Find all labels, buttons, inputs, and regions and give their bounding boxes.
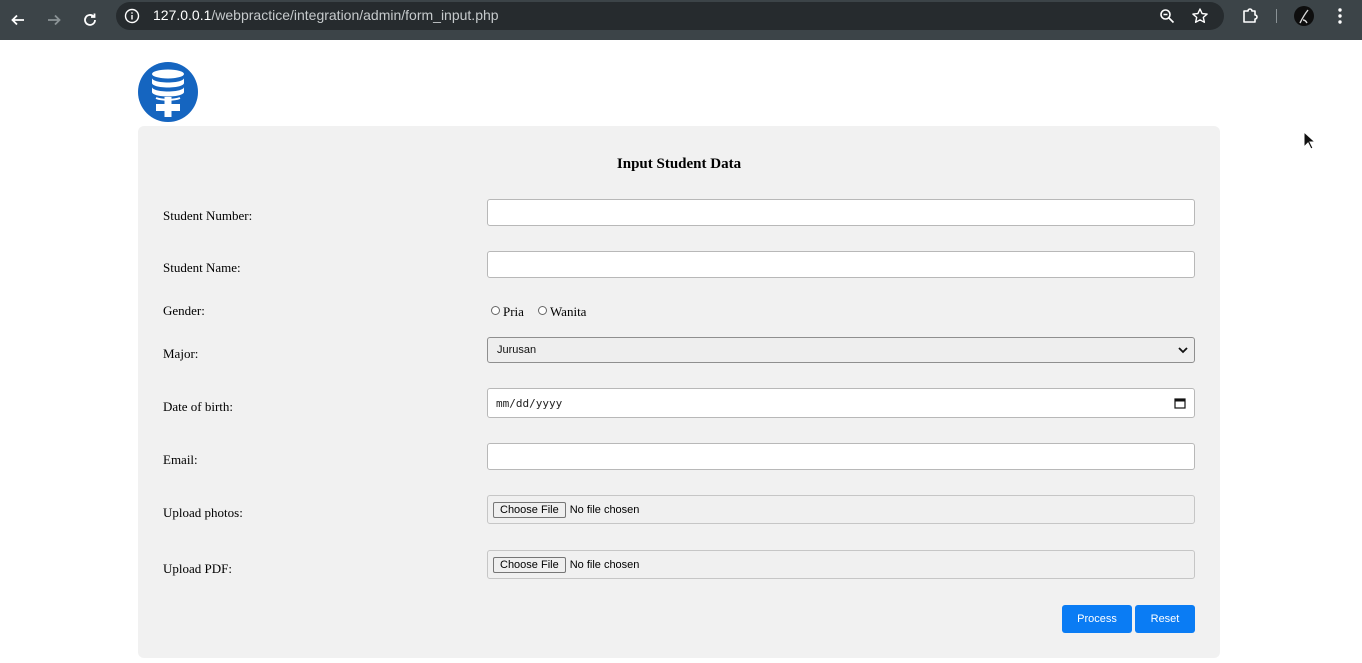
choose-file-button[interactable]: Choose File [493, 501, 566, 518]
file-status-text: No file chosen [569, 558, 640, 571]
address-bar[interactable]: 127.0.0.1/webpractice/integration/admin/… [116, 2, 1224, 30]
browser-toolbar: 127.0.0.1/webpractice/integration/admin/… [0, 0, 1362, 40]
profile-image [1299, 9, 1309, 24]
form-title: Input Student Data [616, 156, 742, 172]
student-number-input[interactable] [487, 199, 1195, 226]
student-name-input[interactable] [487, 251, 1195, 278]
info-icon[interactable] [124, 8, 140, 24]
star-icon[interactable] [1191, 7, 1209, 25]
student-number-label: Student Number: [163, 208, 253, 223]
chevron-down-icon [1178, 347, 1188, 354]
student-form-card: Input Student Data Student Number: Stude… [138, 126, 1220, 658]
file-status-text: No file chosen [569, 503, 640, 516]
major-select[interactable]: Jurusan [487, 337, 1195, 363]
url-path: /webpractice/integration/admin/form_inpu… [211, 7, 499, 23]
calendar-icon[interactable] [1174, 397, 1186, 409]
mouse-cursor-icon [1303, 131, 1315, 150]
avatar[interactable] [1294, 6, 1314, 26]
choose-file-button[interactable]: Choose File [493, 556, 566, 573]
major-label: Major: [163, 346, 199, 361]
email-label: Email: [163, 452, 198, 467]
upload-pdf-label: Upload PDF: [163, 561, 232, 576]
major-selected-value: Jurusan [497, 344, 537, 356]
puzzle-icon[interactable] [1240, 6, 1260, 26]
arrow-left-icon [11, 14, 24, 26]
dob-input[interactable]: mm/dd/yyyy [487, 388, 1195, 418]
zoom-icon[interactable] [1159, 8, 1175, 24]
dob-placeholder: mm/dd/yyyy [496, 396, 563, 410]
kebab-menu-icon[interactable] [1330, 6, 1350, 26]
upload-photos-input[interactable]: Choose File No file chosen [487, 495, 1195, 524]
forward-button[interactable] [40, 6, 68, 34]
reset-button[interactable]: Reset [1135, 605, 1195, 633]
upload-photos-label: Upload photos: [163, 505, 243, 520]
student-name-label: Student Name: [163, 260, 241, 275]
process-button[interactable]: Process [1062, 605, 1132, 633]
url-text[interactable]: 127.0.0.1/webpractice/integration/admin/… [153, 7, 499, 23]
database-plus-logo [138, 62, 198, 122]
url-host: 127.0.0.1 [153, 7, 212, 23]
gender-label: Gender: [163, 303, 205, 318]
arrow-right-icon [48, 14, 61, 26]
toolbar-divider [1276, 9, 1277, 23]
dob-label: Date of birth: [163, 399, 234, 414]
upload-pdf-input[interactable]: Choose File No file chosen [487, 550, 1195, 579]
gender-option-label: Pria [503, 304, 524, 319]
reload-icon [84, 13, 96, 26]
gender-radio-pria[interactable] [491, 306, 500, 315]
gender-radio-wanita[interactable] [537, 306, 547, 315]
reload-button[interactable] [76, 6, 104, 34]
gender-option-label: Wanita [549, 304, 587, 319]
email-input[interactable] [487, 443, 1195, 470]
back-button[interactable] [4, 6, 32, 34]
gender-radio-group: Pria Wanita [491, 304, 600, 320]
